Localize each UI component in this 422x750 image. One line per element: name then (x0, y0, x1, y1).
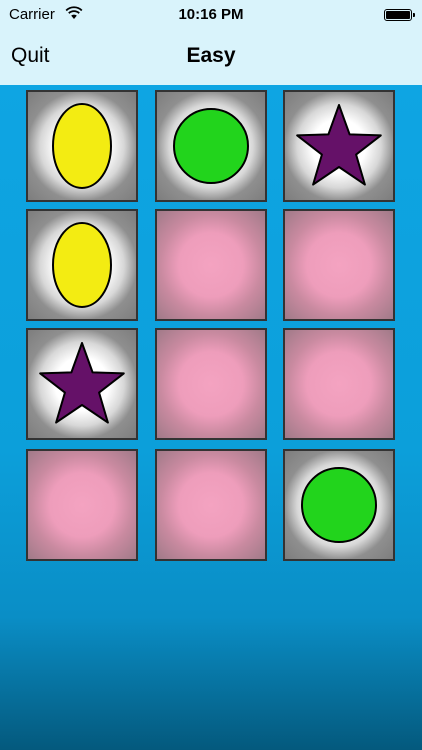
yellow-oval-icon (52, 103, 112, 189)
purple-star-shape (296, 104, 382, 186)
battery-nub (413, 13, 415, 17)
tile-r2-c3[interactable] (283, 209, 395, 321)
tile-r4-c3[interactable] (283, 449, 395, 561)
purple-star-shape (39, 342, 125, 424)
tile-r3-c2[interactable] (155, 328, 267, 440)
tile-r2-c2[interactable] (155, 209, 267, 321)
green-circle-shape (173, 108, 249, 184)
green-circle-icon (173, 108, 249, 184)
green-circle-icon (301, 467, 377, 543)
yellow-oval-shape (52, 222, 112, 308)
tile-r4-c1[interactable] (26, 449, 138, 561)
yellow-oval-shape (52, 103, 112, 189)
yellow-oval-icon (52, 222, 112, 308)
tile-r4-c2[interactable] (155, 449, 267, 561)
status-time: 10:16 PM (178, 6, 244, 23)
tile-r1-c1[interactable] (26, 90, 138, 202)
purple-star-icon (39, 342, 125, 424)
status-bar: Carrier 10:16 PM (0, 0, 422, 30)
page-title: Easy (186, 44, 236, 67)
tile-r1-c3[interactable] (283, 90, 395, 202)
battery-fill (386, 11, 410, 19)
purple-star-icon (296, 104, 382, 186)
tile-r3-c1[interactable] (26, 328, 138, 440)
battery-icon (384, 9, 415, 21)
game-board (0, 85, 422, 750)
tile-r1-c2[interactable] (155, 90, 267, 202)
navigation-bar: Quit Easy (0, 30, 422, 85)
tile-r2-c1[interactable] (26, 209, 138, 321)
green-circle-shape (301, 467, 377, 543)
tile-r3-c3[interactable] (283, 328, 395, 440)
